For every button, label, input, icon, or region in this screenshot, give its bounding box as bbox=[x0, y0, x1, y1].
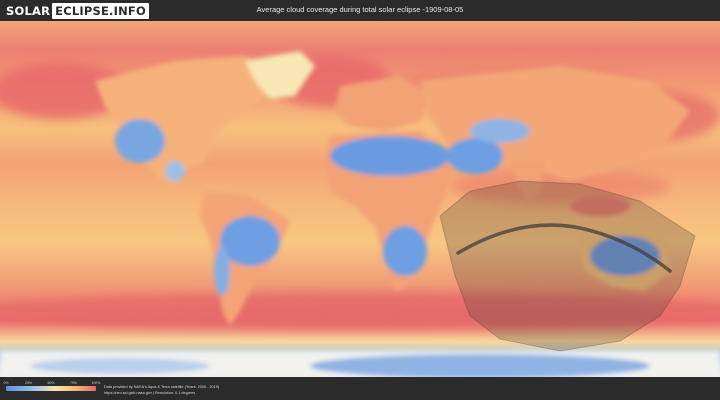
brazil-clear-area bbox=[220, 216, 280, 266]
central-asia-clear-area bbox=[470, 119, 530, 143]
legend-color-bar bbox=[6, 386, 96, 391]
data-source-link[interactable]: https://neo.sci.gsfc.nasa.gov | Resoluti… bbox=[104, 391, 195, 395]
southern-africa-clear-area bbox=[383, 226, 427, 276]
legend-tick: 50% bbox=[47, 381, 55, 385]
legend-tick: 75% bbox=[69, 381, 78, 385]
western-us-clear-area bbox=[115, 119, 165, 163]
andes-clear-area bbox=[214, 246, 230, 296]
cloud-coverage-world-map bbox=[0, 21, 720, 377]
sahara-clear-area bbox=[330, 136, 450, 176]
logo-word-solar: SOLAR bbox=[6, 3, 51, 18]
data-credit: Data provided by NASA's Aqua & Terra sat… bbox=[104, 385, 220, 389]
header-bar: SOLAR ECLIPSE.INFO Average cloud coverag… bbox=[0, 0, 720, 21]
antarctica-clear-area bbox=[310, 354, 650, 377]
legend-tick: 25% bbox=[24, 381, 33, 385]
antarctica-clear-area-west bbox=[30, 358, 210, 374]
legend-tick: 100% bbox=[91, 381, 101, 385]
legend-tick: 0% bbox=[3, 381, 9, 385]
site-logo[interactable]: SOLAR ECLIPSE.INFO bbox=[6, 2, 149, 19]
arabia-clear-area bbox=[447, 138, 503, 174]
logo-word-eclipse-info: ECLIPSE.INFO bbox=[52, 2, 149, 19]
mexico-clear-area bbox=[165, 161, 185, 181]
footer-bar: 0% 25% 50% 75% 100% Data provided by NAS… bbox=[0, 377, 720, 400]
page-title: Average cloud coverage during total sola… bbox=[256, 5, 464, 14]
